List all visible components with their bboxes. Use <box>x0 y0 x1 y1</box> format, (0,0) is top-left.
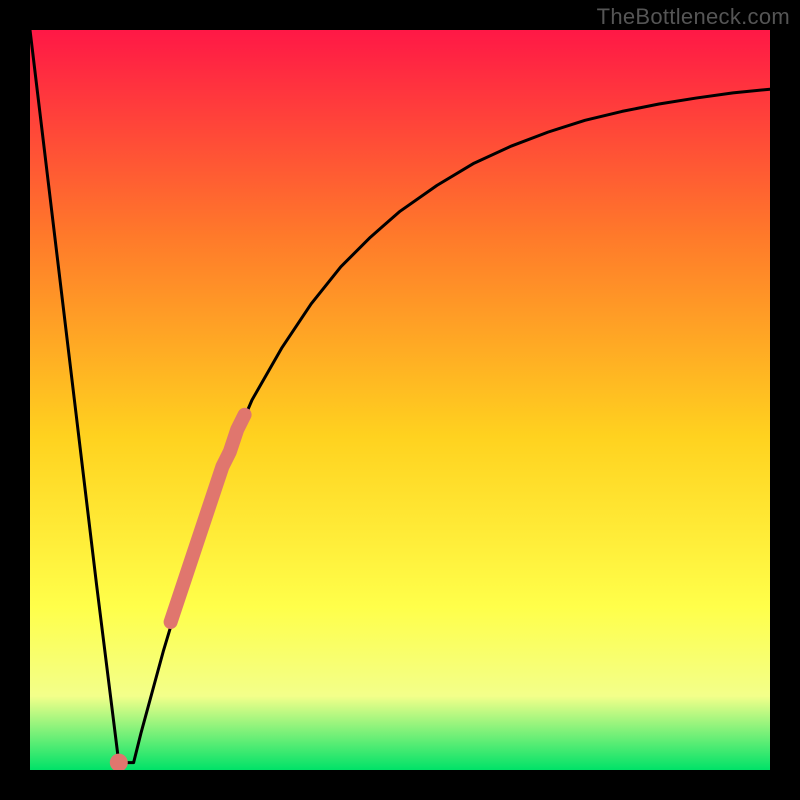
watermark-text: TheBottleneck.com <box>597 4 790 30</box>
chart-frame: TheBottleneck.com <box>0 0 800 800</box>
bottleneck-chart <box>30 30 770 770</box>
gradient-background <box>30 30 770 770</box>
